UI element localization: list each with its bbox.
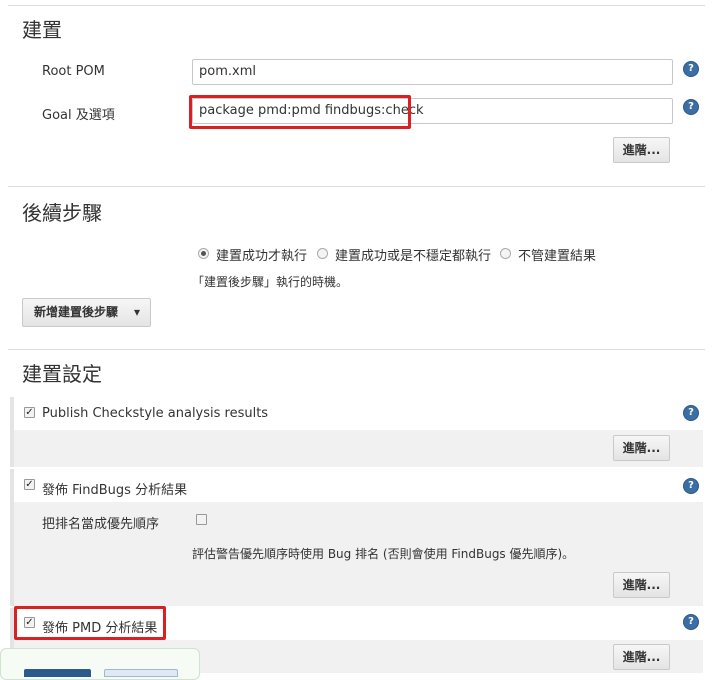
divider bbox=[8, 186, 705, 187]
findbugs-checkbox[interactable]: ✓ bbox=[24, 479, 35, 490]
rank-priority-label: 把排名當成優先順序 bbox=[42, 517, 160, 532]
section-title-build: 建置 bbox=[22, 18, 62, 42]
rank-priority-hint: 評估警告優先順序時使用 Bug 排名 (否則會使用 FindBugs 優先順序)… bbox=[192, 547, 575, 561]
save-button[interactable] bbox=[24, 669, 91, 677]
findbugs-label: 發佈 FindBugs 分析結果 bbox=[42, 483, 188, 498]
highlight-box bbox=[14, 606, 166, 640]
caret-down-icon: ▾ bbox=[133, 305, 140, 319]
root-pom-label: Root POM bbox=[42, 64, 105, 79]
radio-label: 不管建置結果 bbox=[518, 249, 597, 264]
rank-priority-checkbox[interactable] bbox=[196, 514, 207, 525]
radio-label: 建置成功或是不穩定都執行 bbox=[335, 249, 492, 264]
post-steps-hint: 「建置後步驟」執行的時機。 bbox=[192, 275, 349, 289]
help-icon[interactable]: ? bbox=[683, 405, 699, 421]
add-post-step-label: 新增建置後步驟 bbox=[34, 305, 119, 319]
help-icon[interactable]: ? bbox=[683, 99, 699, 115]
pmd-advanced-button[interactable]: 進階... bbox=[613, 644, 670, 670]
radio-success-or-unstable[interactable] bbox=[317, 248, 328, 259]
checkstyle-label: Publish Checkstyle analysis results bbox=[42, 406, 269, 421]
add-post-step-button[interactable]: 新增建置後步驟 ▾ bbox=[22, 298, 151, 327]
findbugs-advanced-button[interactable]: 進階... bbox=[613, 572, 670, 598]
section-title-post-steps: 後續步驟 bbox=[22, 201, 102, 225]
radio-always[interactable] bbox=[500, 248, 511, 259]
checkstyle-checkbox[interactable]: ✓ bbox=[24, 407, 35, 418]
help-icon[interactable]: ? bbox=[683, 478, 699, 494]
help-icon[interactable]: ? bbox=[683, 61, 699, 77]
divider bbox=[8, 349, 705, 350]
divider bbox=[8, 5, 705, 6]
checkstyle-advanced-band bbox=[14, 430, 703, 467]
root-pom-input[interactable]: pom.xml bbox=[192, 59, 673, 85]
radio-success-only[interactable] bbox=[198, 248, 209, 259]
radio-label: 建置成功才執行 bbox=[216, 249, 308, 264]
highlight-box bbox=[189, 95, 411, 129]
apply-button[interactable] bbox=[104, 669, 178, 677]
goals-label: Goal 及選項 bbox=[42, 108, 115, 123]
checkstyle-advanced-button[interactable]: 進階... bbox=[613, 435, 670, 461]
help-icon[interactable]: ? bbox=[683, 614, 699, 630]
advanced-button[interactable]: 進階... bbox=[613, 137, 670, 163]
section-title-build-settings: 建置設定 bbox=[22, 362, 102, 386]
